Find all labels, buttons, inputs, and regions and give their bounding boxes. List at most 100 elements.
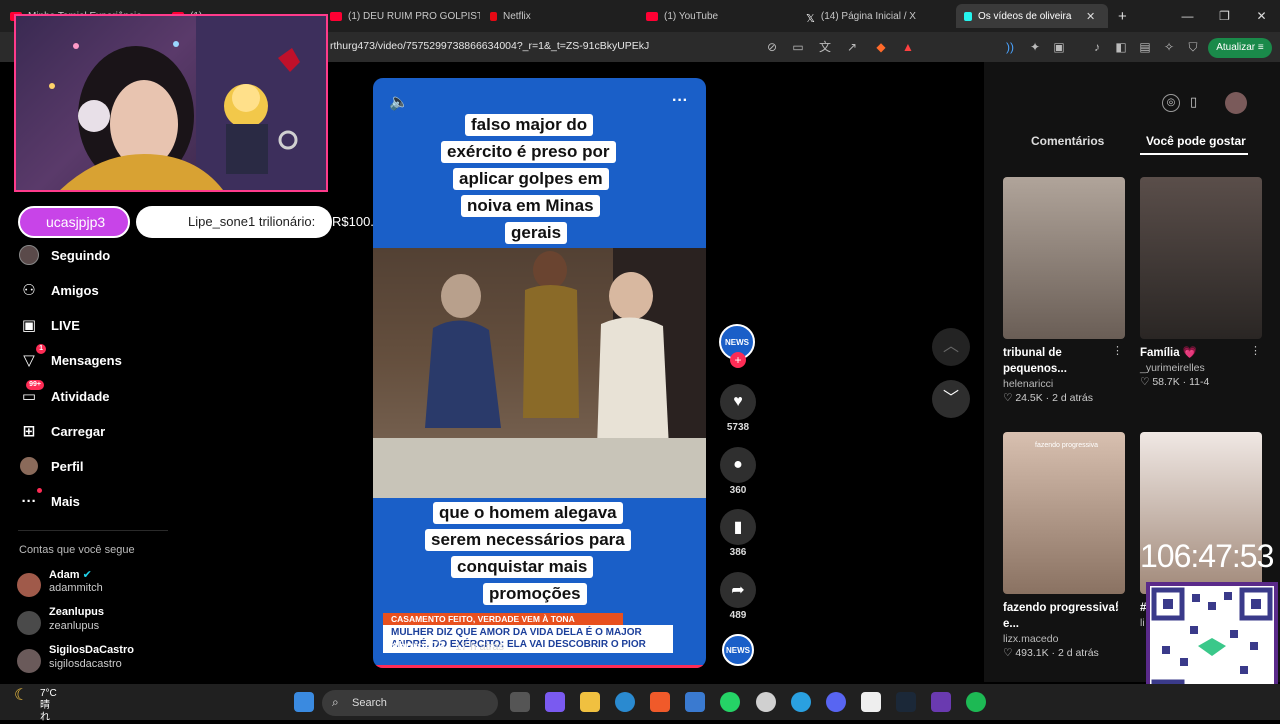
sidebar-item-more[interactable]: ··· Mais (18, 488, 80, 514)
windows-start-icon[interactable] (294, 692, 314, 712)
share-count: 489 (729, 610, 747, 621)
video-author[interactable]: arthurg473 · 17 h atrás (383, 639, 504, 653)
account-handle: zeanlupus (49, 620, 100, 632)
video-progress-bar[interactable] (373, 665, 706, 668)
tab-you-may-like[interactable]: Você pode gostar (1146, 134, 1246, 148)
maximize-icon[interactable]: ❐ (1206, 0, 1243, 32)
compass-icon[interactable]: ◎ (1162, 94, 1180, 112)
suggested-video-card[interactable]: Família 💗 _yurimeirelles ♡ 58.7K · 11-4 (1140, 177, 1262, 388)
netflix-icon (490, 11, 497, 21)
copilot-icon[interactable] (545, 692, 565, 712)
brave-icon[interactable] (650, 692, 670, 712)
edge-icon[interactable] (615, 692, 635, 712)
new-tab-button[interactable]: + (1118, 4, 1127, 28)
card-more-icon[interactable]: ⋮ (1112, 599, 1123, 612)
telegram-icon[interactable] (791, 692, 811, 712)
reading-list-icon[interactable]: ▣ (1052, 40, 1066, 54)
card-more-icon[interactable]: ⋮ (1250, 344, 1261, 357)
tab-3[interactable]: (1) DEU RUIM PRO GOLPIST (330, 4, 480, 28)
phone-icon[interactable]: ▯ (1190, 94, 1197, 110)
sound-avatar-button[interactable]: NEWS (719, 634, 757, 666)
update-button[interactable]: Atualizar ≡ (1208, 38, 1272, 58)
ai-icon[interactable]: ✧ (1162, 40, 1176, 54)
video-thumbnail: fazendo progressiva (1003, 432, 1125, 594)
followed-account[interactable]: Adam ✔ adammitch (17, 568, 197, 602)
task-view-icon[interactable] (510, 692, 530, 712)
translate-icon[interactable]: 文 (818, 40, 832, 54)
share-icon[interactable]: ↗ (845, 40, 859, 54)
followed-account[interactable]: SigilosDaCastro sigilosdacastro (17, 644, 197, 678)
url-field[interactable]: rthurg473/video/7575299738866634004?_r=1… (330, 40, 649, 52)
activity-icon: ▭ 99+ (18, 380, 44, 407)
creator-avatar-button[interactable]: NEWS + (719, 324, 757, 368)
suggested-video-card[interactable]: fazendo progressiva fazendo progressiva!… (1003, 432, 1125, 659)
save-count: 386 (729, 547, 747, 558)
tab-comments[interactable]: Comentários (1031, 134, 1104, 148)
previous-video-button[interactable]: ︿ (932, 328, 970, 366)
user-avatar[interactable] (1225, 92, 1247, 114)
cast-icon[interactable]: ▭ (791, 40, 805, 54)
webcam-illustration (49, 16, 326, 190)
share-button[interactable]: ➦ 489 (719, 572, 757, 621)
video-scene (373, 248, 706, 498)
sidebar-item-label: Perfil (51, 458, 84, 474)
video-frame: CASAMENTO FEITO, VERDADE VEM À TONA MULH… (373, 248, 706, 653)
card-more-icon[interactable]: ⋮ (1112, 344, 1123, 357)
sidebar-item-messages[interactable]: ▽ 1 Mensagens (18, 344, 122, 373)
sidebar-toggle-icon[interactable]: ◧ (1114, 40, 1128, 54)
tab-x[interactable]: 𝕏 (14) Página Inicial / X (806, 4, 946, 28)
activity-badge: 99+ (26, 380, 44, 390)
volume-icon[interactable]: 🔈 (389, 92, 409, 112)
comment-icon: ● (720, 447, 756, 483)
tab-netflix[interactable]: Netflix (490, 4, 630, 28)
sidebar-item-profile[interactable]: Perfil (18, 453, 84, 479)
tab-tiktok-active[interactable]: Os vídeos de oliveira ✕ (956, 4, 1108, 28)
account-handle: adammitch (49, 582, 103, 594)
suggested-video-card[interactable]: tribunal de pequenos... helenaricci ♡ 24… (1003, 177, 1125, 404)
extensions-icon[interactable]: ✦ (1028, 40, 1042, 54)
minimize-icon[interactable]: — (1169, 0, 1206, 32)
sidebar-item-label: Seguindo (51, 247, 111, 263)
music-icon[interactable]: ♪ (1090, 40, 1104, 54)
sidebar-item-live[interactable]: ▣ LIVE (18, 312, 80, 338)
moon-icon: ☾ (14, 687, 29, 704)
store-icon[interactable] (685, 692, 705, 712)
sidebar-item-following[interactable]: Seguindo (18, 242, 110, 268)
discord-icon[interactable] (826, 692, 846, 712)
close-tab-icon[interactable]: ✕ (1086, 10, 1095, 23)
obs-icon[interactable] (931, 692, 951, 712)
save-button[interactable]: ▮ 386 (719, 509, 757, 558)
taskbar-search[interactable]: ⌕ Search (322, 690, 498, 716)
chrome-icon[interactable] (756, 692, 776, 712)
brave-shield-icon[interactable]: ◆ (874, 40, 888, 54)
tracking-off-icon[interactable]: ⊘ (765, 40, 779, 54)
sidebar-item-activity[interactable]: ▭ 99+ Atividade (18, 380, 110, 409)
whatsapp-icon[interactable] (720, 692, 740, 712)
spotify-icon[interactable] (966, 692, 986, 712)
avatar (17, 649, 41, 673)
follow-plus-icon[interactable]: + (730, 352, 746, 368)
video-player[interactable]: 🔈 ··· falso major do exército é preso po… (373, 78, 706, 668)
tab-label: (1) DEU RUIM PRO GOLPIST (348, 10, 480, 22)
tab-label: Os vídeos de oliveira (978, 10, 1072, 22)
sidebar-item-friends[interactable]: ⚇ Amigos (18, 277, 98, 303)
chyron-line: MULHER DIZ QUE AMOR DA VIDA DELA É O MAJ… (391, 627, 642, 638)
more-options-icon[interactable]: ··· (672, 92, 688, 110)
tab-youtube[interactable]: (1) YouTube (646, 4, 786, 28)
caption-line: conquistar mais (451, 556, 594, 578)
caption-line: que o homem alegava (433, 502, 623, 524)
like-button[interactable]: ♥ 5738 (719, 384, 757, 433)
followed-account[interactable]: Zeanlupus zeanlupus (17, 606, 197, 640)
file-explorer-icon[interactable] (580, 692, 600, 712)
next-video-button[interactable]: ﹀ (932, 380, 970, 418)
avatar (17, 611, 41, 635)
comment-button[interactable]: ● 360 (719, 447, 757, 496)
wallet-icon[interactable]: ▤ (1138, 40, 1152, 54)
vpn-icon[interactable]: ⛉ (1186, 40, 1200, 54)
steam-icon[interactable] (896, 692, 916, 712)
brave-rewards-icon[interactable]: ▲ (901, 40, 915, 54)
audio-icon[interactable]: )) (1003, 40, 1017, 54)
capcut-icon[interactable] (861, 692, 881, 712)
close-window-icon[interactable]: ✕ (1243, 0, 1280, 32)
sidebar-item-upload[interactable]: ⊞ Carregar (18, 418, 106, 444)
